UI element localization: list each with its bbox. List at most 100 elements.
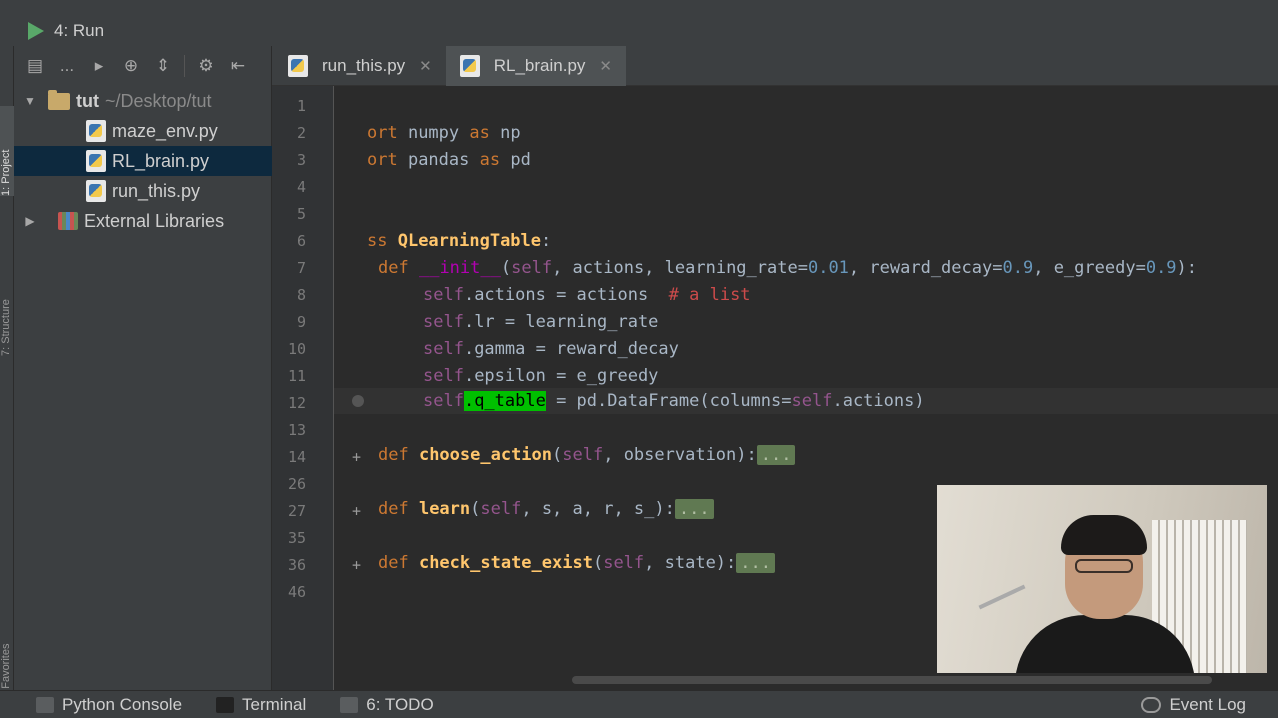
tab-label: run_this.py [322,56,406,75]
expand-arrow-icon[interactable]: ▼ [22,94,38,108]
tree-file[interactable]: maze_env.py [14,116,272,146]
python-console-tab[interactable]: Python Console [36,695,182,715]
code-line-9[interactable]: self.lr = learning_rate [423,309,658,335]
code-line-14[interactable]: def choose_action(self, observation):... [378,442,796,468]
horizontal-scrollbar[interactable] [572,676,1212,684]
code-text: ( [552,445,563,465]
collapsed-block[interactable]: ... [736,553,775,573]
project-panel: ▤ ... ▸ ⊕ ⇕ ⚙ ⇤ ▼ tut ~/Desktop/tut maze… [14,46,272,690]
code-line-27[interactable]: def learn(self, s, a, r, s_):... [378,496,714,522]
breakpoint-marker-icon[interactable] [352,395,364,407]
code-line-2[interactable]: ort numpy as np [367,120,521,146]
code-line-36[interactable]: def check_state_exist(self, state):... [378,550,775,576]
person-hair [1061,515,1147,555]
code-text: ( [470,499,481,519]
line-number: 5 [296,205,306,223]
terminal-tab[interactable]: Terminal [216,695,306,715]
self-keyword: self [480,499,522,519]
code-text: pandas [397,150,480,170]
code-text: , [1033,258,1054,278]
code-text: = [992,258,1003,278]
terminal-label: Terminal [242,694,307,714]
function-name: check_state_exist [408,553,593,573]
code-line-11[interactable]: self.epsilon = e_greedy [423,363,658,389]
close-icon[interactable]: ✕ [419,57,432,75]
webcam-overlay [937,485,1267,673]
code-text: , [848,258,870,278]
line-number: 1 [296,97,306,115]
fold-expand-icon[interactable]: + [352,448,361,466]
line-number: 35 [287,529,306,547]
run-tool-tab[interactable]: 4: Run [28,19,104,43]
left-tool-strip: 1: Project 7: Structure 2: Favorites [0,46,14,701]
code-text: columns [709,391,782,411]
collapse-all-icon[interactable]: ⇕ [152,55,174,77]
self-keyword: self [423,366,464,386]
fold-expand-icon[interactable]: + [352,556,361,574]
code-text: , s, a, r, s_): [521,499,675,519]
tree-external-libraries[interactable]: ▶ External Libraries [14,206,272,236]
close-icon[interactable]: ✕ [599,57,612,75]
python-file-icon [86,120,106,142]
vtab-project[interactable]: 1: Project [0,106,14,196]
todo-tab[interactable]: 6: TODO [340,695,434,715]
code-line-6[interactable]: ss QLearningTable: [367,228,551,254]
code-line-7[interactable]: def __init__(self, actions, learning_rat… [378,255,1197,281]
code-text: = [1135,258,1146,278]
keyword: ort [367,123,398,143]
code-text: .gamma = reward_decay [463,339,679,359]
python-console-icon [36,696,54,713]
project-view-icon[interactable]: ▤ [24,55,46,77]
terminal-icon [216,696,235,713]
code-text: , state): [644,553,737,573]
folder-icon [48,89,70,110]
code-line-10[interactable]: self.gamma = reward_decay [423,336,679,362]
collapsed-block[interactable]: ... [756,445,796,465]
line-number: 4 [296,178,306,196]
todo-icon [340,696,359,713]
vtab-structure[interactable]: 7: Structure [0,246,14,356]
python-file-icon [288,55,308,77]
code-line-12[interactable]: self.q_table = pd.DataFrame(columns=self… [423,388,925,414]
gear-icon[interactable]: ⚙ [195,55,217,77]
code-line-3[interactable]: ort pandas as pd [367,147,531,173]
toolbar-divider [184,55,185,77]
tab-rl-brain[interactable]: RL_brain.py ✕ [445,46,626,86]
navigate-right-icon[interactable]: ▸ [88,55,110,77]
code-text: ): [1176,258,1198,278]
search-highlight: .q_table [463,391,546,411]
external-libraries-label: External Libraries [84,210,225,231]
code-text: , actions, [552,258,665,278]
tree-root[interactable]: ▼ tut ~/Desktop/tut [14,86,272,116]
fold-expand-icon[interactable]: + [352,502,361,520]
expand-arrow-icon[interactable]: ▶ [22,214,38,228]
line-number: 27 [287,502,306,520]
code-line-8[interactable]: self.actions = actions # a list [423,282,751,308]
more-icon[interactable]: ... [56,55,78,77]
keyword: def [378,499,409,519]
number: 0.9 [1145,258,1177,278]
scroll-from-source-icon[interactable]: ⊕ [120,55,142,77]
tab-run-this[interactable]: run_this.py ✕ [274,46,446,86]
code-text: e_greedy [1053,258,1136,278]
root-path: ~/Desktop/tut [104,90,212,111]
code-text: ( [592,553,604,573]
run-play-icon[interactable] [28,22,44,40]
event-log-tab[interactable]: Event Log [1141,695,1246,715]
self-keyword: self [423,312,464,332]
project-tree: ▼ tut ~/Desktop/tut maze_env.py RL_brain… [14,86,272,236]
python-file-icon [86,180,106,202]
vtab-favorites[interactable]: 2: Favorites [0,591,14,701]
event-log-label: Event Log [1169,695,1246,714]
collapsed-block[interactable]: ... [674,499,714,519]
hide-panel-icon[interactable]: ⇤ [227,55,249,77]
tree-file-selected[interactable]: RL_brain.py [14,146,272,176]
event-log-icon [1141,697,1162,713]
class-name: QLearningTable [387,231,542,251]
self-keyword: self [511,258,553,278]
self-keyword: self [603,553,645,573]
tree-file[interactable]: run_this.py [14,176,272,206]
function-name: __init__ [418,258,501,278]
number: 0.01 [807,258,849,278]
keyword: as [469,123,490,143]
